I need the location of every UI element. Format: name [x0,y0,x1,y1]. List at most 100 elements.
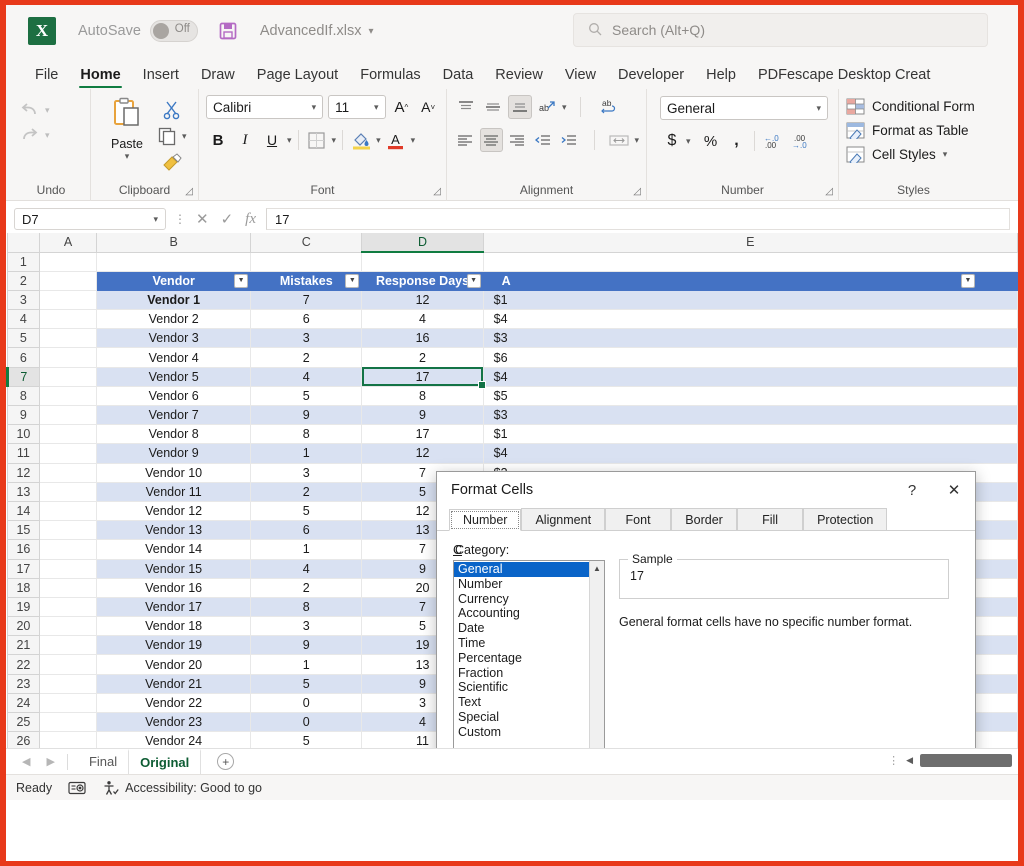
filename-label[interactable]: AdvancedIf.xlsx [260,23,362,39]
formula-input[interactable]: 17 [265,208,1010,230]
accessibility-status[interactable]: Accessibility: Good to go [102,780,262,796]
cell-a11[interactable] [38,443,98,464]
cell-b13[interactable]: Vendor 11 [96,481,252,502]
column-header-b[interactable]: B [96,233,252,253]
cell-a12[interactable] [38,462,98,483]
cell-b9[interactable]: Vendor 7 [96,404,252,426]
cell-d6[interactable]: 2 [361,347,484,368]
number-format-caret-icon[interactable]: ▾ [816,103,821,114]
cell-b10[interactable]: Vendor 8 [96,424,252,445]
dialog-tab-number[interactable]: Number [449,509,522,531]
wrap-text-button[interactable]: ab [595,95,625,119]
cell-c4[interactable]: 6 [250,309,363,330]
category-option-special[interactable]: Special [454,710,604,725]
cell-a1[interactable] [38,251,98,272]
font-color-button[interactable]: A [384,128,408,152]
increase-decimal-button[interactable]: ←.0.00 [760,129,786,153]
redo-caret-icon[interactable]: ▾ [45,130,50,141]
redo-button[interactable]: ▾ [19,125,83,145]
decrease-indent-button[interactable] [532,128,555,152]
cell-c26[interactable]: 5 [250,731,363,748]
cell-b6[interactable]: Vendor 4 [96,347,252,368]
cell-c6[interactable]: 2 [250,347,363,368]
row-header-24[interactable]: 24 [7,692,40,714]
cut-icon[interactable] [158,101,187,120]
cell-a25[interactable] [38,711,98,733]
paste-caret-icon[interactable]: ▾ [98,151,156,162]
number-dialog-launcher[interactable]: ◿ [825,186,833,197]
row-header-15[interactable]: 15 [7,520,40,541]
horizontal-scrollbar-thumb[interactable] [920,754,1012,767]
cell-c5[interactable]: 3 [250,328,363,349]
cell-c25[interactable]: 0 [250,711,363,733]
merge-caret-icon[interactable]: ▾ [634,135,639,146]
cell-c13[interactable]: 2 [250,481,363,502]
cell-d5[interactable]: 16 [361,328,484,349]
cell-a23[interactable] [38,673,98,694]
cell-c17[interactable]: 4 [250,558,363,579]
cell-b26[interactable]: Vendor 24 [96,731,252,748]
row-header-10[interactable]: 10 [7,424,40,445]
cell-e6[interactable]: $6 [482,347,1018,368]
ribbon-tab-home[interactable]: Home [69,65,131,89]
filename-caret-icon[interactable]: ▾ [368,26,373,37]
category-option-custom[interactable]: Custom [454,725,604,740]
currency-caret-icon[interactable]: ▾ [686,136,691,147]
percent-button[interactable]: % [699,129,723,153]
category-option-time[interactable]: Time [454,636,604,651]
column-header-c[interactable]: C [250,233,363,253]
number-format-combo[interactable]: General ▾ [660,96,828,120]
cell-b19[interactable]: Vendor 17 [96,596,252,618]
name-box[interactable]: D7 ▾ [14,208,166,230]
italic-button[interactable]: I [233,128,257,152]
align-right-button[interactable] [506,128,529,152]
borders-caret-icon[interactable]: ▾ [332,135,337,146]
cell-a14[interactable] [38,500,98,522]
category-option-fraction[interactable]: Fraction [454,666,604,681]
cell-b4[interactable]: Vendor 2 [96,309,252,330]
insert-function-icon[interactable]: fx [245,211,256,228]
fill-color-button[interactable] [349,128,373,152]
cell-e11[interactable]: $4 [482,443,1018,464]
sheet-tab-final[interactable]: Final [78,749,128,774]
font-color-caret-icon[interactable]: ▾ [411,135,416,146]
increase-indent-button[interactable] [558,128,581,152]
font-dialog-launcher[interactable]: ◿ [433,186,441,197]
column-header-e[interactable]: E [482,233,1018,253]
filter-dropdown-vendor-icon[interactable]: ▼ [234,273,249,288]
cell-e3[interactable]: $1 [482,289,1018,311]
dialog-tab-border[interactable]: Border [671,508,738,530]
cell-b7[interactable]: Vendor 5 [96,366,252,387]
row-header-19[interactable]: 19 [7,596,40,618]
category-option-text[interactable]: Text [454,695,604,710]
category-option-number[interactable]: Number [454,577,604,592]
cell-c20[interactable]: 3 [250,616,363,637]
save-icon[interactable] [218,21,238,41]
cell-a6[interactable] [38,347,98,368]
cell-b25[interactable]: Vendor 23 [96,711,252,733]
bold-button[interactable]: B [206,128,230,152]
cell-c22[interactable]: 1 [250,654,363,675]
increase-font-size-button[interactable]: A ^ [391,95,413,119]
format-painter-icon[interactable] [158,153,187,171]
sheet-next-arrow-icon[interactable]: ▶ [46,755,54,768]
copy-caret-icon[interactable]: ▾ [182,131,187,142]
row-header-12[interactable]: 12 [7,462,40,483]
row-header-4[interactable]: 4 [7,309,40,330]
cell-a10[interactable] [38,424,98,445]
ribbon-tab-formulas[interactable]: Formulas [349,65,431,89]
undo-button[interactable]: ▾ [19,100,83,120]
row-header-13[interactable]: 13 [7,481,40,502]
cell-c11[interactable]: 1 [250,443,363,464]
cell-c15[interactable]: 6 [250,520,363,541]
horizontal-scrollbar[interactable] [920,754,1012,767]
cell-b11[interactable]: Vendor 9 [96,443,252,464]
cell-a3[interactable] [38,289,98,311]
category-listbox[interactable]: General Number Currency Accounting Date … [453,560,605,748]
table-header-response-days[interactable]: Response Days ▼ [361,270,484,291]
row-header-9[interactable]: 9 [7,404,40,426]
table-header-mistakes[interactable]: Mistakes ▼ [250,270,363,291]
format-as-table-button[interactable]: Format as Table [846,122,981,139]
cell-c3[interactable]: 7 [250,289,363,311]
category-option-currency[interactable]: Currency [454,592,604,607]
